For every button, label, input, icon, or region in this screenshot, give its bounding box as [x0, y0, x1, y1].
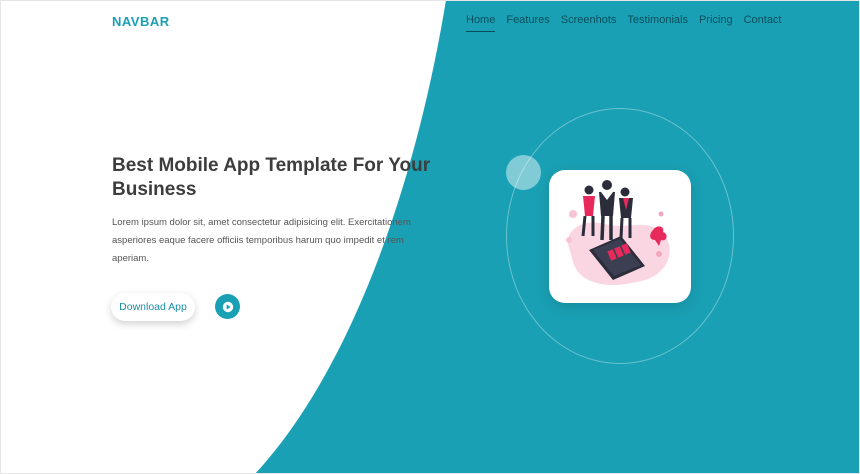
hero-title: Best Mobile App Template For Your Busine… — [112, 155, 431, 200]
nav-contact[interactable]: Contact — [744, 14, 782, 32]
app-illustration-card — [549, 170, 691, 303]
nav-testimonials[interactable]: Testimonials — [627, 14, 688, 32]
hero-description: Lorem ipsum dolor sit, amet consectetur … — [112, 217, 411, 264]
main-nav: Home Features Screenhots Testimonials Pr… — [466, 14, 793, 32]
play-video-button[interactable] — [215, 294, 240, 319]
nav-home[interactable]: Home — [466, 14, 496, 32]
play-icon — [222, 301, 233, 312]
decorative-bubble — [506, 155, 541, 190]
team-with-phone-illustration — [566, 180, 670, 285]
nav-pricing[interactable]: Pricing — [699, 14, 733, 32]
navbar-brand[interactable]: NAVBAR — [112, 14, 170, 29]
download-app-button[interactable]: Download App — [111, 293, 195, 321]
nav-screenshots[interactable]: Screenhots — [561, 14, 617, 32]
nav-features[interactable]: Features — [506, 14, 549, 32]
